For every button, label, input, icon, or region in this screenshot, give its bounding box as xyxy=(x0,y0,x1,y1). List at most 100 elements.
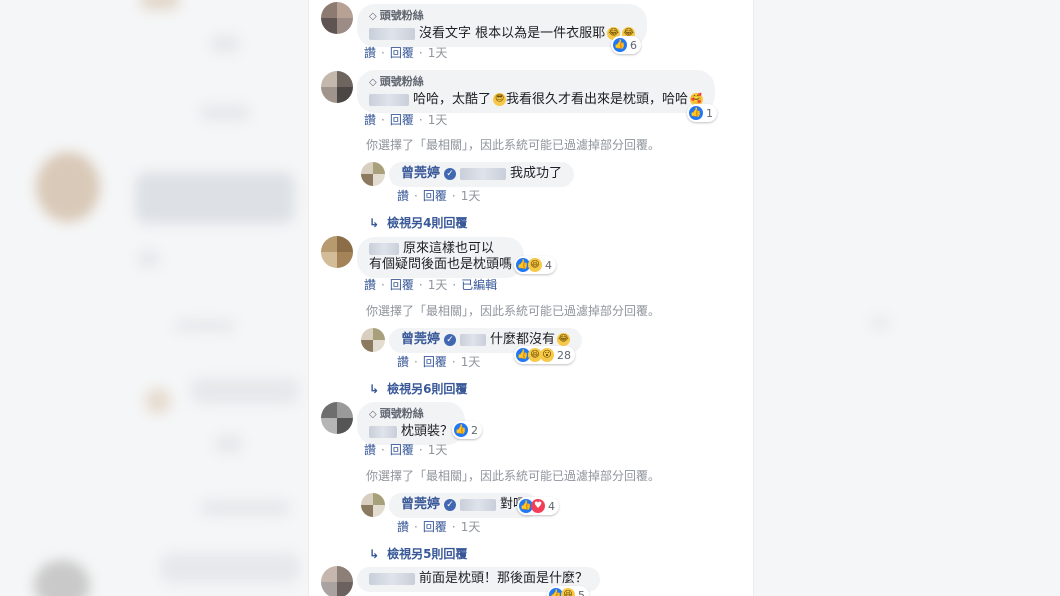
verified-badge-icon: ✓ xyxy=(444,498,457,511)
commenter-avatar[interactable] xyxy=(321,402,353,434)
comment-time[interactable]: 1天 xyxy=(428,443,448,457)
commenter-avatar[interactable] xyxy=(321,2,353,34)
reaction-summary[interactable]: 👍 1 xyxy=(687,104,717,122)
reply-link[interactable]: 回覆 xyxy=(423,520,447,534)
reply-time[interactable]: 1天 xyxy=(461,189,481,203)
like-link[interactable]: 讚 xyxy=(364,278,376,292)
redacted-name xyxy=(369,572,415,585)
view-more-replies[interactable]: ↳ 檢視另6則回覆 xyxy=(369,380,467,397)
comment-text: 原來這樣也可以 xyxy=(403,241,495,256)
verified-badge-icon: ✓ xyxy=(444,167,457,180)
reply-actions: 讚 · 回覆 · 1天 xyxy=(397,189,481,203)
reply-link[interactable]: 回覆 xyxy=(390,443,414,457)
comments-panel: ◇ 頭號粉絲 沒看文字 根本以為是一件衣服耶 😂 😂 👍 6 讚 · 回覆 · 1天 ◇ 頭號粉絲… xyxy=(308,0,754,596)
comment-text: 前面是枕頭！那後面是什麼？ xyxy=(419,571,589,586)
reply-link[interactable]: 回覆 xyxy=(390,46,414,60)
replier-name[interactable]: 曾莞婷 xyxy=(401,166,440,181)
like-link[interactable]: 讚 xyxy=(364,46,376,60)
redacted-name xyxy=(460,498,497,511)
redacted-name xyxy=(460,333,487,346)
reply-actions: 讚 · 回覆 · 1天 xyxy=(397,520,481,534)
comment-text: 枕頭裝？ xyxy=(401,424,454,439)
comment-actions: 讚 · 回覆 · 1天 xyxy=(364,46,448,60)
reply-time[interactable]: 1天 xyxy=(461,355,481,369)
view-more-replies[interactable]: ↳ 檢視另5則回覆 xyxy=(369,545,467,562)
verified-badge-icon: ✓ xyxy=(444,333,457,346)
blurred-background-right xyxy=(752,0,1060,596)
reply-text: 我成功了 xyxy=(510,166,563,181)
comment-text: 沒看文字 根本以為是一件衣服耶 xyxy=(419,26,606,41)
like-reaction-icon: 👍 xyxy=(613,38,627,52)
commenter-avatar[interactable] xyxy=(321,71,353,103)
replier-name[interactable]: 曾莞婷 xyxy=(401,497,440,512)
filter-note: 你選擇了「最相關」，因此系統可能已過濾掉部分回覆。 xyxy=(366,304,661,318)
reply-link[interactable]: 回覆 xyxy=(390,278,414,292)
like-reaction-icon: 👍 xyxy=(689,106,703,120)
replier-avatar[interactable] xyxy=(361,162,385,186)
reply-time[interactable]: 1天 xyxy=(461,520,481,534)
reply-arrow-icon: ↳ xyxy=(369,216,380,230)
haha-reaction-icon: 😆 xyxy=(561,588,575,596)
like-link[interactable]: 讚 xyxy=(397,189,409,203)
like-link[interactable]: 讚 xyxy=(397,355,409,369)
comment-actions: 讚 · 回覆 · 1天 xyxy=(364,113,448,127)
wow-reaction-icon: 😮 xyxy=(540,348,554,362)
comment-bubble: ◇ 頭號粉絲 枕頭裝？ xyxy=(357,402,466,445)
top-fan-badge: ◇ 頭號粉絲 xyxy=(369,406,453,423)
reaction-summary[interactable]: 👍 ♥ 4 xyxy=(517,497,559,515)
filter-note: 你選擇了「最相關」，因此系統可能已過濾掉部分回覆。 xyxy=(366,469,661,483)
reply-text: 什麼都沒有 xyxy=(490,332,556,347)
comment-actions: 讚 · 回覆 · 1天 · 已編輯 xyxy=(364,278,498,292)
comment-actions: 讚 · 回覆 · 1天 xyxy=(364,443,448,457)
redacted-name xyxy=(369,93,409,106)
top-fan-badge: ◇ 頭號粉絲 xyxy=(369,74,703,91)
diamond-icon: ◇ xyxy=(369,409,377,420)
reply-arrow-icon: ↳ xyxy=(369,547,380,561)
redacted-name xyxy=(369,27,415,40)
replier-avatar[interactable] xyxy=(361,328,385,352)
reply-link[interactable]: 回覆 xyxy=(423,189,447,203)
sunglasses-emoji-icon: 😎 xyxy=(493,93,507,106)
comment-text: 哈哈，太酷了 xyxy=(413,92,492,107)
like-link[interactable]: 讚 xyxy=(364,443,376,457)
rofl-emoji-icon: 😂 xyxy=(557,333,571,346)
diamond-icon: ◇ xyxy=(369,11,377,22)
haha-reaction-icon: 😆 xyxy=(528,258,542,272)
reaction-summary[interactable]: 👍 😆 😮 28 xyxy=(514,346,575,364)
like-reaction-icon: 👍 xyxy=(454,423,468,437)
like-link[interactable]: 讚 xyxy=(397,520,409,534)
reaction-summary[interactable]: 👍 😆 4 xyxy=(514,256,556,274)
comment-bubble: ◇ 頭號粉絲 沒看文字 根本以為是一件衣服耶 😂 😂 xyxy=(357,4,648,47)
redacted-name xyxy=(460,167,507,180)
comment-time[interactable]: 1天 xyxy=(428,46,448,60)
reply-bubble: 曾莞婷 ✓ 對呀 xyxy=(389,493,539,518)
comment-text-continued: 我看很久才看出來是枕頭，哈哈 xyxy=(506,92,689,107)
replier-avatar[interactable] xyxy=(361,493,385,517)
view-more-replies[interactable]: ↳ 檢視另4則回覆 xyxy=(369,214,467,231)
reaction-summary[interactable]: 👍 6 xyxy=(611,36,641,54)
replier-name[interactable]: 曾莞婷 xyxy=(401,332,440,347)
comment-text-continued: 有個疑問後面也是枕頭嗎 xyxy=(369,257,513,272)
reply-bubble: 曾莞婷 ✓ 我成功了 xyxy=(389,162,575,187)
commenter-avatar[interactable] xyxy=(321,566,353,596)
filter-note: 你選擇了「最相關」，因此系統可能已過濾掉部分回覆。 xyxy=(366,138,661,152)
redacted-name xyxy=(369,242,399,255)
love-reaction-icon: ♥ xyxy=(531,499,545,513)
reply-actions: 讚 · 回覆 · 1天 xyxy=(397,355,481,369)
blurred-background-left xyxy=(0,0,308,596)
diamond-icon: ◇ xyxy=(369,77,377,88)
comment-bubble: 原來這樣也可以 有個疑問後面也是枕頭嗎 xyxy=(357,237,525,278)
reaction-summary[interactable]: 👍 😆 5 xyxy=(547,586,589,596)
edited-label[interactable]: 已編輯 xyxy=(461,278,497,292)
reply-arrow-icon: ↳ xyxy=(369,382,380,396)
like-link[interactable]: 讚 xyxy=(364,113,376,127)
reply-link[interactable]: 回覆 xyxy=(423,355,447,369)
comment-bubble: ◇ 頭號粉絲 哈哈，太酷了 😎 我看很久才看出來是枕頭，哈哈 🥰 xyxy=(357,70,716,113)
reply-link[interactable]: 回覆 xyxy=(390,113,414,127)
redacted-name xyxy=(369,425,397,438)
top-fan-badge: ◇ 頭號粉絲 xyxy=(369,8,635,25)
commenter-avatar[interactable] xyxy=(321,236,353,268)
reaction-summary[interactable]: 👍 2 xyxy=(452,421,482,439)
comment-time[interactable]: 1天 xyxy=(428,278,448,292)
comment-time[interactable]: 1天 xyxy=(428,113,448,127)
